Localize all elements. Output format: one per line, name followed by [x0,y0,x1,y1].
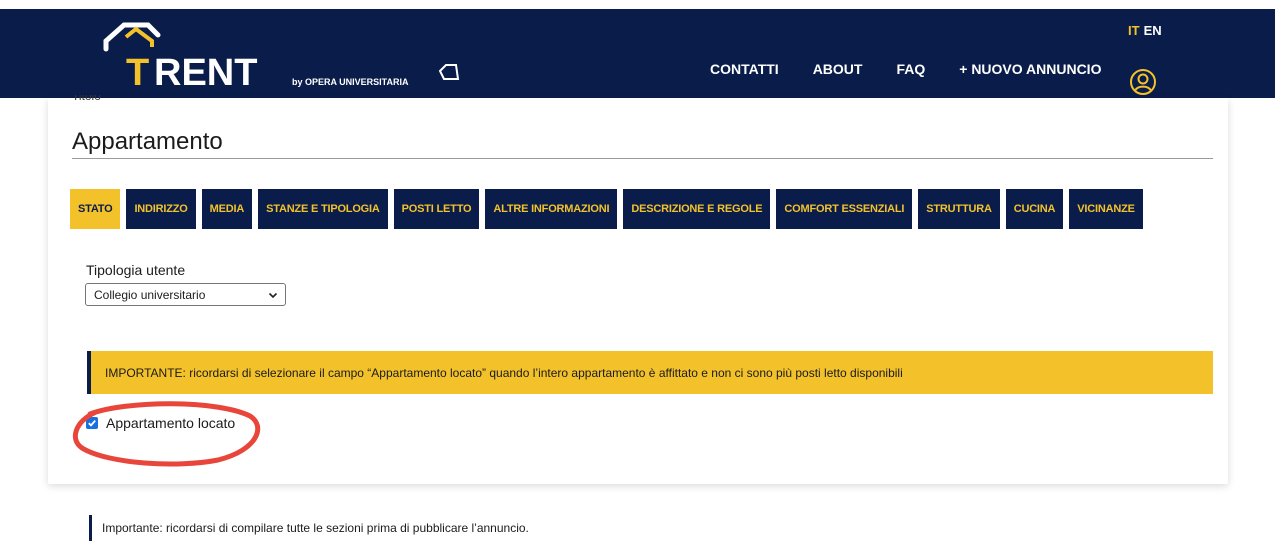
main-nav: CONTATTI ABOUT FAQ + NUOVO ANNUNCIO [710,61,1101,77]
chevron-down-icon [268,292,278,299]
nav-contatti[interactable]: CONTATTI [710,61,779,77]
lang-en[interactable]: EN [1144,23,1162,38]
lang-it[interactable]: IT [1128,23,1140,38]
nav-about[interactable]: ABOUT [813,61,863,77]
tab-cucina[interactable]: CUCINA [1005,189,1064,229]
user-type-select[interactable]: Collegio universitario [85,283,286,306]
footer-note-text: Importante: ricordarsi di compilare tutt… [102,521,529,535]
tab-stato[interactable]: STATO [70,189,121,229]
tab-altre-informazioni[interactable]: ALTRE INFORMAZIONI [485,189,618,229]
tab-indirizzo[interactable]: INDIRIZZO [126,189,196,229]
user-type-value: Collegio universitario [94,287,206,302]
svg-text:by OPERA UNIVERSITARIA: by OPERA UNIVERSITARIA [292,77,409,87]
top-navbar: T RENT by OPERA UNIVERSITARIA CONTATTI A… [0,9,1275,98]
trent-logo[interactable]: T RENT by OPERA UNIVERSITARIA [96,13,516,93]
tab-struttura[interactable]: STRUTTURA [918,189,1000,229]
important-alert: IMPORTANTE: ricordarsi di selezionare il… [87,351,1213,394]
language-switcher: IT EN [1128,23,1162,38]
highlight-circle [72,401,261,467]
tab-media[interactable]: MEDIA [201,189,253,229]
listing-title: Appartamento [72,128,223,155]
tab-stanze-e-tipologia[interactable]: STANZE E TIPOLOGIA [258,189,388,229]
tab-vicinanze[interactable]: VICINANZE [1069,189,1143,229]
title-field-label: Titolo [72,95,101,101]
tab-descrizione-e-regole[interactable]: DESCRIZIONE E REGOLE [623,189,771,229]
tab-comfort-essenziali[interactable]: COMFORT ESSENZIALI [776,189,913,229]
user-type-label: Tipologia utente [86,262,186,278]
user-circle-icon[interactable] [1129,68,1157,96]
alert-text: IMPORTANTE: ricordarsi di selezionare il… [105,365,903,380]
svg-text:T: T [126,52,149,93]
title-divider [72,158,1213,159]
footer-note: Importante: ricordarsi di compilare tutt… [89,515,529,541]
section-tabs: STATO INDIRIZZO MEDIA STANZE E TIPOLOGIA… [70,189,1149,229]
svg-text:RENT: RENT [154,52,257,93]
nav-faq[interactable]: FAQ [896,61,925,77]
nav-nuovo-annuncio[interactable]: + NUOVO ANNUNCIO [959,61,1101,77]
tab-posti-letto[interactable]: POSTI LETTO [393,189,480,229]
